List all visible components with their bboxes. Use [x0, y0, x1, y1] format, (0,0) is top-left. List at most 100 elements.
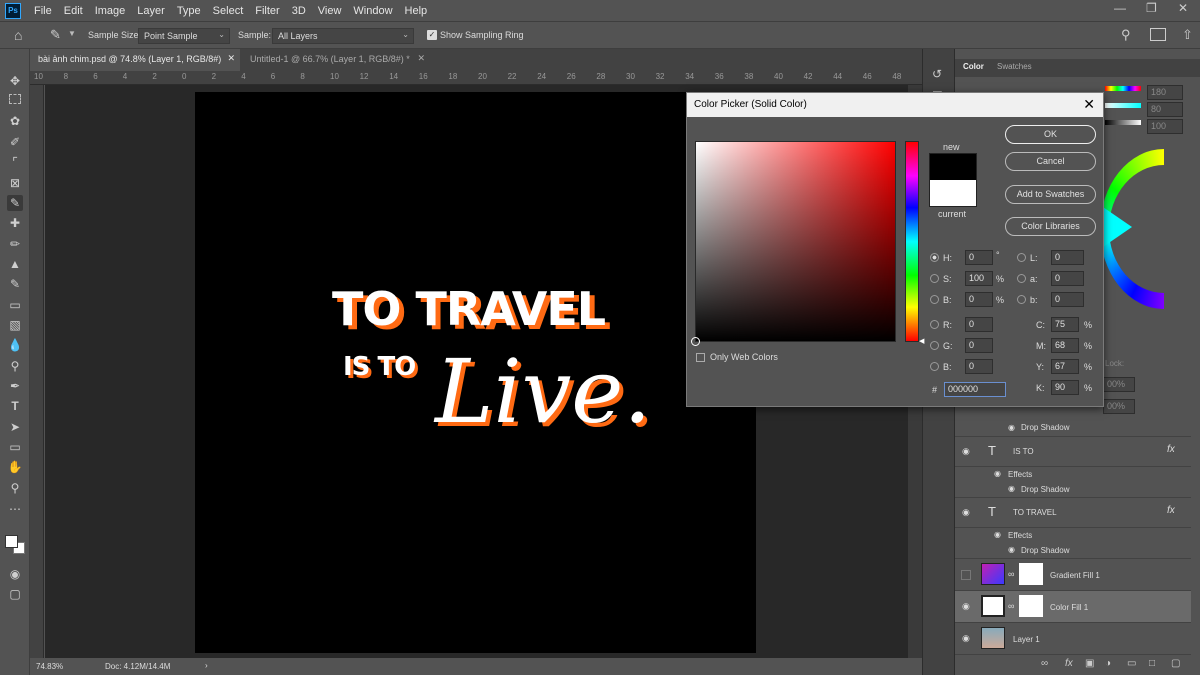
brush-tool-icon[interactable]: ✏	[7, 236, 23, 252]
gradient-tool-icon[interactable]: ▧	[7, 317, 23, 333]
link-icon[interactable]: ∞	[1008, 569, 1014, 579]
saturation-bar[interactable]	[1105, 103, 1141, 108]
layer-row[interactable]: ◉ Drop Shadow	[955, 482, 1191, 498]
link-icon[interactable]: ∞	[1008, 601, 1014, 611]
l-field[interactable]: 0	[1051, 250, 1084, 265]
layer-row[interactable]: ◉ Layer 1	[955, 623, 1191, 655]
layer-row[interactable]: ◉ Effects	[955, 467, 1191, 482]
frame-tool-icon[interactable]: ⊠	[7, 175, 23, 191]
saturation-brightness-field[interactable]	[691, 141, 896, 346]
menu-type[interactable]: Type	[177, 5, 201, 17]
color-libraries-button[interactable]: Color Libraries	[1005, 217, 1096, 236]
g-field[interactable]: 0	[965, 338, 993, 353]
radio-lab-b[interactable]	[1017, 295, 1026, 304]
pen-tool-icon[interactable]: ✒	[7, 378, 23, 394]
add-style-icon[interactable]: fx	[1065, 658, 1073, 669]
workspace-icon[interactable]	[1150, 28, 1166, 41]
radio-s[interactable]	[930, 274, 939, 283]
blur-tool-icon[interactable]: 💧	[7, 337, 23, 353]
color-cursor[interactable]	[691, 337, 700, 346]
layer-row[interactable]: ◉ T IS TO fx	[955, 437, 1191, 467]
menu-image[interactable]: Image	[95, 5, 126, 17]
cancel-button[interactable]: Cancel	[1005, 152, 1096, 171]
menu-view[interactable]: View	[318, 5, 342, 17]
hand-tool-icon[interactable]: ✋	[7, 459, 23, 475]
menu-help[interactable]: Help	[405, 5, 428, 17]
menu-window[interactable]: Window	[353, 5, 392, 17]
eye-icon[interactable]: ◉	[962, 633, 970, 644]
close-window-icon[interactable]: ✕	[1178, 1, 1188, 15]
screen-mode-icon[interactable]: ▢	[7, 586, 23, 602]
hue-bar[interactable]	[1105, 86, 1141, 91]
search-icon[interactable]: ⚲	[1121, 27, 1131, 43]
close-tab-icon[interactable]: ✕	[227, 53, 235, 64]
hue-slider-handle[interactable]: ◀	[919, 337, 924, 345]
eye-icon[interactable]: ◉	[1008, 484, 1015, 493]
eye-icon[interactable]: ◉	[1008, 423, 1015, 432]
share-icon[interactable]: ⇧	[1182, 27, 1193, 43]
layer-row[interactable]: ◉ Drop Shadow	[955, 543, 1191, 559]
menu-file[interactable]: File	[34, 5, 52, 17]
trash-icon[interactable]: ▢	[1171, 658, 1180, 669]
lab-b-field[interactable]: 0	[1051, 292, 1084, 307]
crop-tool-icon[interactable]: ⌜	[7, 154, 23, 170]
menu-layer[interactable]: Layer	[137, 5, 165, 17]
sample-select[interactable]: All Layers ⌄	[272, 28, 414, 44]
path-select-icon[interactable]: ➤	[7, 419, 23, 435]
layer-row[interactable]: ◉ T TO TRAVEL fx	[955, 498, 1191, 528]
k-field[interactable]: 90	[1051, 380, 1079, 395]
radio-r[interactable]	[930, 320, 939, 329]
minimize-icon[interactable]: —	[1114, 1, 1126, 15]
new-group-icon[interactable]: ▭	[1127, 658, 1136, 669]
menu-select[interactable]: Select	[213, 5, 244, 17]
lasso-tool-icon[interactable]: ✿	[7, 113, 23, 129]
s-field[interactable]: 100	[965, 271, 993, 286]
y-field[interactable]: 67	[1051, 359, 1079, 374]
tab-swatches[interactable]: Swatches	[997, 62, 1032, 71]
adjustment-icon[interactable]: ◑	[1105, 658, 1111, 669]
hue-slider[interactable]: ◀	[905, 141, 924, 345]
sample-size-select[interactable]: Point Sample ⌄	[138, 28, 230, 44]
zoom-level[interactable]: 74.83%	[36, 662, 63, 671]
history-brush-icon[interactable]: ✎	[7, 276, 23, 292]
link-layers-icon[interactable]: ∞	[1041, 658, 1048, 669]
fx-icon[interactable]: fx	[1167, 444, 1175, 455]
current-color-swatch[interactable]	[929, 180, 977, 207]
b-field[interactable]: 0	[965, 292, 993, 307]
eyedropper-tool-icon[interactable]: ✎	[7, 195, 23, 211]
eye-icon[interactable]: ◉	[994, 530, 1001, 539]
close-icon[interactable]: ✕	[1083, 96, 1095, 113]
dodge-tool-icon[interactable]: ⚲	[7, 358, 23, 374]
tab-untitled-1[interactable]: Untitled-1 @ 66.7% (Layer 1, RGB/8#) * ✕	[242, 49, 425, 71]
color-value-1[interactable]: 180	[1147, 85, 1183, 100]
zoom-tool-icon[interactable]: ⚲	[7, 480, 23, 496]
radio-b[interactable]	[930, 295, 939, 304]
hex-field[interactable]: 000000	[944, 382, 1006, 397]
add-mask-icon[interactable]: ▣	[1085, 658, 1094, 669]
eraser-tool-icon[interactable]: ▭	[7, 297, 23, 313]
r-field[interactable]: 0	[965, 317, 993, 332]
quick-select-tool-icon[interactable]: ✐	[7, 134, 23, 150]
radio-blue[interactable]	[930, 362, 939, 371]
close-tab-icon[interactable]: ✕	[417, 53, 425, 64]
blue-field[interactable]: 0	[965, 359, 993, 374]
foreground-color-swatch[interactable]	[5, 535, 18, 548]
quick-mask-icon[interactable]: ◉	[7, 566, 23, 582]
radio-a[interactable]	[1017, 274, 1026, 283]
eye-icon[interactable]: ◉	[994, 469, 1001, 478]
menu-filter[interactable]: Filter	[255, 5, 279, 17]
fx-icon[interactable]: fx	[1167, 505, 1175, 516]
new-layer-icon[interactable]: □	[1149, 658, 1155, 669]
fill-partial[interactable]: 00%	[1103, 399, 1135, 414]
sampling-ring-checkbox[interactable]: ✓	[427, 30, 437, 40]
healing-tool-icon[interactable]: ✚	[7, 215, 23, 231]
radio-l[interactable]	[1017, 253, 1026, 262]
visibility-toggle-off[interactable]	[961, 570, 971, 580]
layer-row[interactable]: ◉ Effects	[955, 528, 1191, 543]
stamp-tool-icon[interactable]: ▲	[7, 256, 23, 272]
ok-button[interactable]: OK	[1005, 125, 1096, 144]
type-tool-icon[interactable]: T	[7, 398, 23, 414]
eyedropper-icon[interactable]: ✎	[50, 27, 61, 43]
maximize-icon[interactable]: ❐	[1146, 1, 1157, 15]
c-field[interactable]: 75	[1051, 317, 1079, 332]
